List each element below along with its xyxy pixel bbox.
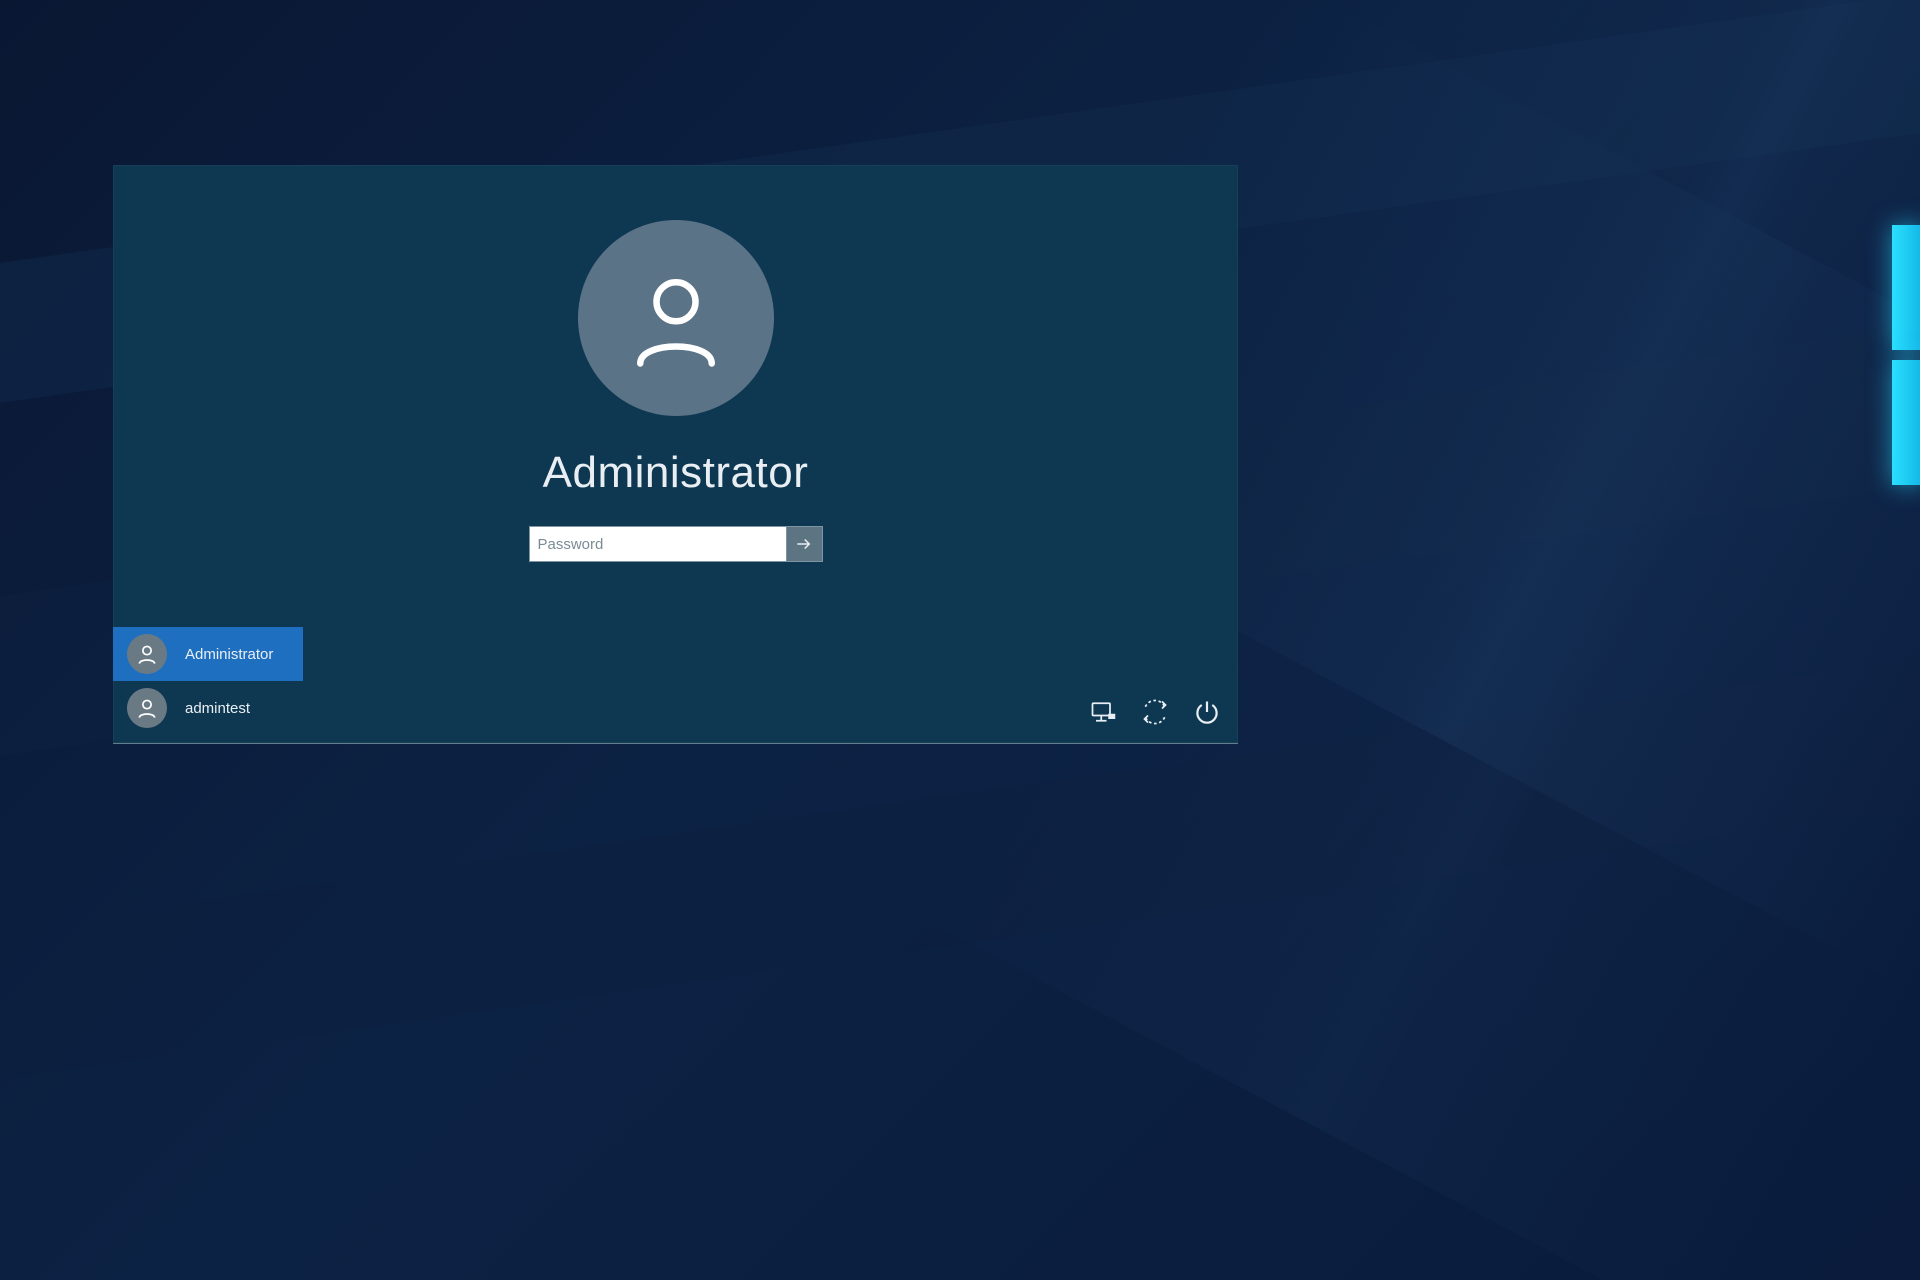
- person-icon: [127, 688, 167, 728]
- ease-of-access-icon: [1141, 698, 1169, 726]
- user-list-label: Administrator: [185, 646, 273, 663]
- user-list-item-administrator[interactable]: Administrator: [113, 627, 303, 681]
- person-icon: [624, 266, 728, 370]
- selected-username: Administrator: [543, 448, 809, 498]
- user-list-label: admintest: [185, 700, 250, 717]
- password-row: [529, 526, 823, 562]
- login-center: Administrator: [113, 220, 1238, 562]
- system-icons: [1088, 697, 1222, 727]
- power-button[interactable]: [1192, 697, 1222, 727]
- user-avatar: [578, 220, 774, 416]
- person-icon: [127, 634, 167, 674]
- network-icon: [1089, 698, 1117, 726]
- login-panel: Administrator Administrator: [113, 165, 1238, 744]
- submit-button[interactable]: [787, 526, 823, 562]
- user-list-item-admintest[interactable]: admintest: [113, 681, 303, 735]
- arrow-right-icon: [795, 535, 813, 553]
- windows-logo-accent: [1892, 225, 1920, 485]
- password-input[interactable]: [529, 526, 787, 562]
- power-icon: [1193, 698, 1221, 726]
- ease-of-access-button[interactable]: [1140, 697, 1170, 727]
- user-list: Administrator admintest: [113, 627, 303, 735]
- network-button[interactable]: [1088, 697, 1118, 727]
